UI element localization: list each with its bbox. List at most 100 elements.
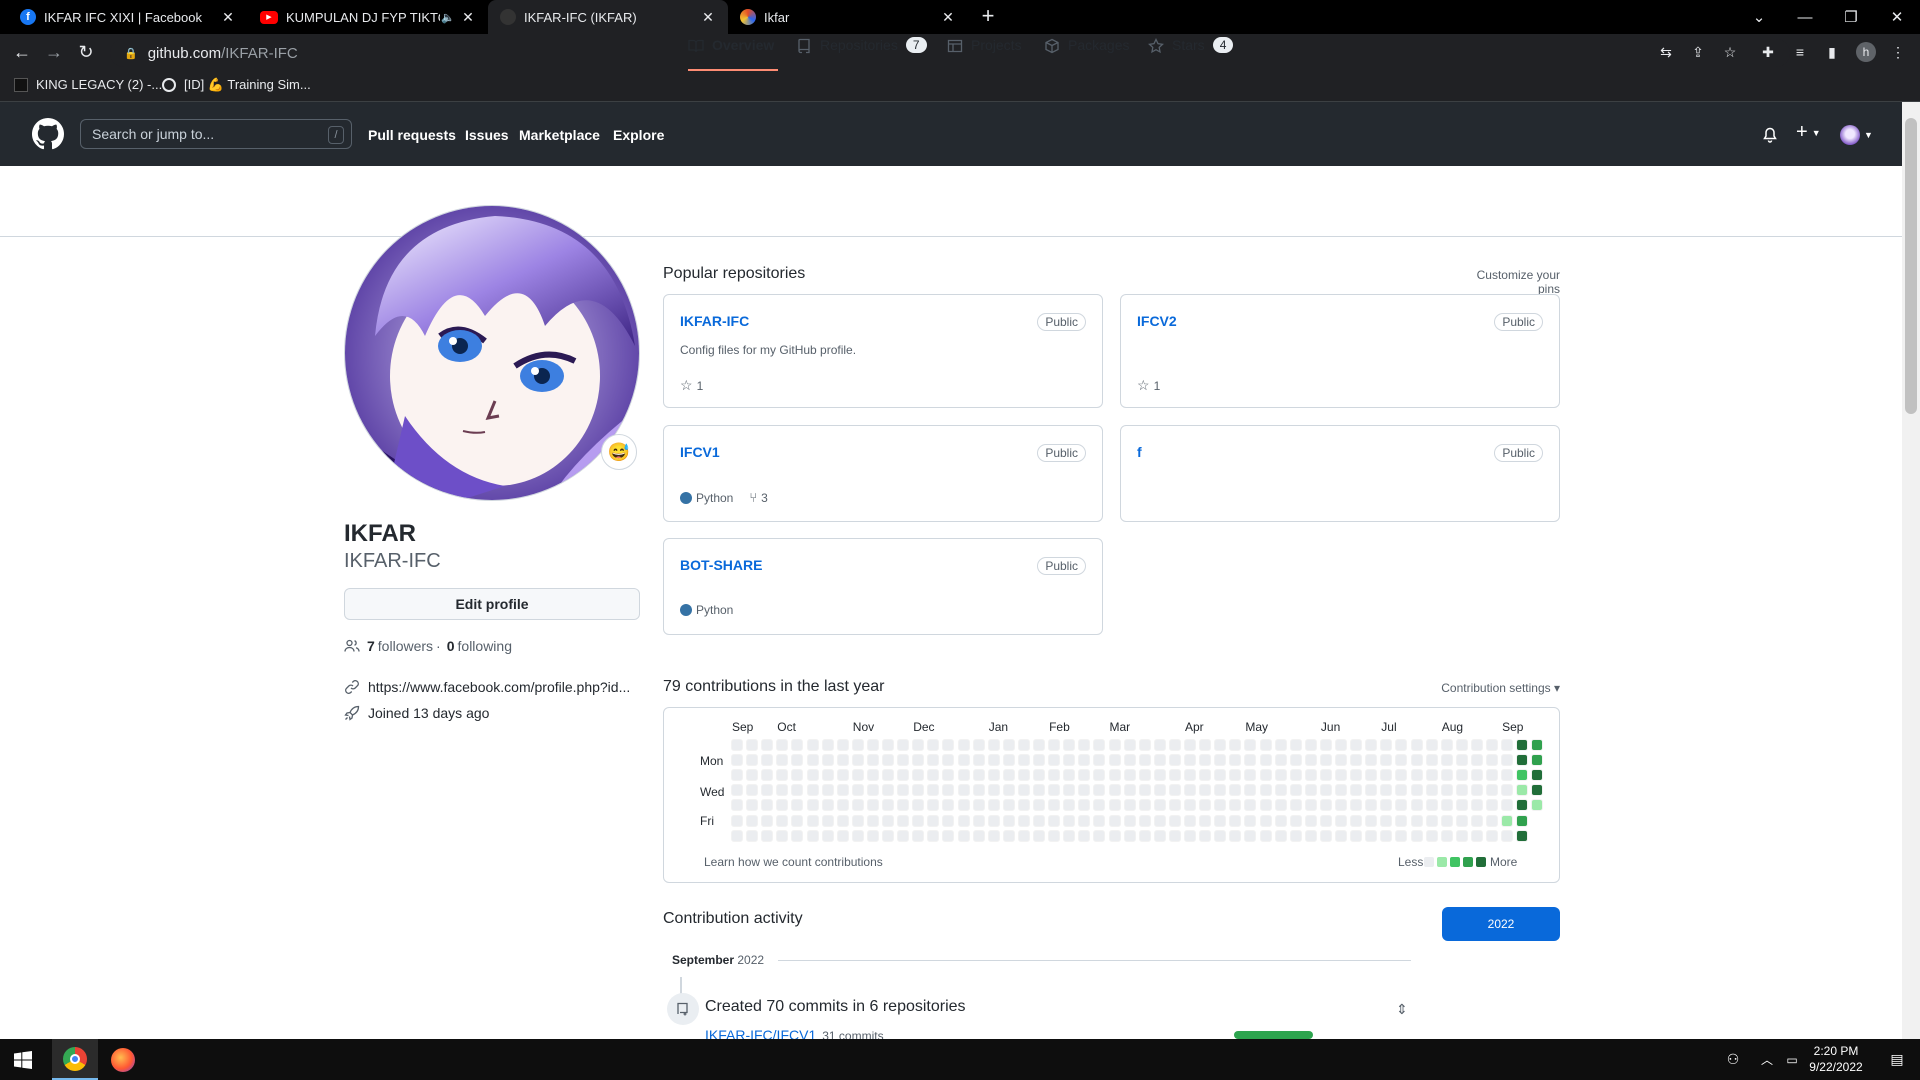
contribution-day-cell[interactable] <box>731 799 743 812</box>
contribution-day-cell[interactable] <box>1410 829 1423 842</box>
contribution-day-cell[interactable] <box>1033 754 1045 767</box>
contribution-day-cell[interactable] <box>851 829 864 842</box>
contribution-day-cell[interactable] <box>1274 769 1287 782</box>
contribution-day-cell[interactable] <box>1229 769 1242 782</box>
contribution-day-cell[interactable] <box>942 739 955 751</box>
browser-tab-youtube[interactable]: ▶ KUMPULAN DJ FYP TIKTOK 2 🔈 ✕ <box>248 0 488 34</box>
contribution-day-cell[interactable] <box>1425 769 1438 782</box>
contribution-day-cell[interactable] <box>1093 784 1106 797</box>
repo-name-link[interactable]: IKFAR-IFC <box>680 313 749 329</box>
contribution-day-cell[interactable] <box>1440 769 1453 782</box>
contribution-day-cell[interactable] <box>1078 754 1091 767</box>
contribution-day-cell[interactable] <box>1516 814 1529 827</box>
contribution-day-cell[interactable] <box>1033 739 1045 751</box>
contribution-day-cell[interactable] <box>1138 739 1151 751</box>
contribution-day-cell[interactable] <box>1123 754 1136 767</box>
share-icon[interactable]: ⇪ <box>1688 42 1708 62</box>
contribution-day-cell[interactable] <box>821 739 834 751</box>
contribution-day-cell[interactable] <box>1184 739 1196 751</box>
contribution-day-cell[interactable] <box>1078 784 1091 797</box>
tab-repositories[interactable]: Repositories 7 <box>796 37 927 71</box>
contribution-day-cell[interactable] <box>1470 784 1483 797</box>
contribution-day-cell[interactable] <box>1319 739 1332 751</box>
website-link[interactable]: https://www.facebook.com/profile.php?id.… <box>368 679 630 695</box>
contribution-day-cell[interactable] <box>1501 739 1514 751</box>
contribution-day-cell[interactable] <box>1078 769 1091 782</box>
contribution-day-cell[interactable] <box>1063 754 1076 767</box>
contribution-day-cell[interactable] <box>1470 829 1483 842</box>
contribution-day-cell[interactable] <box>1002 829 1015 842</box>
contribution-day-cell[interactable] <box>1335 784 1347 797</box>
contribution-day-cell[interactable] <box>1410 769 1423 782</box>
contribution-day-cell[interactable] <box>1365 754 1378 767</box>
contribution-day-cell[interactable] <box>1289 784 1302 797</box>
contribution-day-cell[interactable] <box>836 754 849 767</box>
contribution-day-cell[interactable] <box>1259 739 1272 751</box>
contribution-day-cell[interactable] <box>806 829 819 842</box>
nav-explore[interactable]: Explore <box>613 127 664 143</box>
contribution-day-cell[interactable] <box>1380 799 1393 812</box>
contribution-day-cell[interactable] <box>882 784 894 797</box>
contribution-day-cell[interactable] <box>1123 814 1136 827</box>
contribution-day-cell[interactable] <box>1153 799 1166 812</box>
contribution-day-cell[interactable] <box>1168 754 1181 767</box>
contribution-day-cell[interactable] <box>1033 769 1045 782</box>
contribution-day-cell[interactable] <box>836 784 849 797</box>
repo-forks[interactable]: ⑂ 3 <box>749 490 768 505</box>
contribution-day-cell[interactable] <box>1395 799 1408 812</box>
contribution-day-cell[interactable] <box>987 739 1000 751</box>
contribution-day-cell[interactable] <box>806 784 819 797</box>
contribution-day-cell[interactable] <box>1274 754 1287 767</box>
contribution-day-cell[interactable] <box>1380 739 1393 751</box>
contribution-day-cell[interactable] <box>1319 799 1332 812</box>
contribution-day-cell[interactable] <box>1319 769 1332 782</box>
contribution-day-cell[interactable] <box>866 784 879 797</box>
close-window-button[interactable]: ✕ <box>1874 0 1920 34</box>
side-panel-icon[interactable]: ▮ <box>1822 42 1842 62</box>
new-tab-button[interactable]: + <box>975 4 1001 30</box>
contribution-day-cell[interactable] <box>1365 814 1378 827</box>
nav-issues[interactable]: Issues <box>465 127 509 143</box>
contribution-day-cell[interactable] <box>897 784 910 797</box>
contribution-day-cell[interactable] <box>1078 814 1091 827</box>
contribution-day-cell[interactable] <box>1138 799 1151 812</box>
contribution-day-cell[interactable] <box>1153 769 1166 782</box>
contribution-day-cell[interactable] <box>1093 739 1106 751</box>
contribution-day-cell[interactable] <box>1486 829 1498 842</box>
contribution-day-cell[interactable] <box>1516 754 1529 767</box>
contribution-day-cell[interactable] <box>1380 814 1393 827</box>
contribution-day-cell[interactable] <box>972 739 985 751</box>
contribution-day-cell[interactable] <box>1304 814 1317 827</box>
contribution-day-cell[interactable] <box>927 814 940 827</box>
contribution-day-cell[interactable] <box>761 784 774 797</box>
contribution-day-cell[interactable] <box>1410 799 1423 812</box>
contribution-day-cell[interactable] <box>791 814 804 827</box>
contribution-day-cell[interactable] <box>791 829 804 842</box>
contribution-day-cell[interactable] <box>1425 829 1438 842</box>
contribution-day-cell[interactable] <box>987 799 1000 812</box>
contribution-day-cell[interactable] <box>1410 739 1423 751</box>
contribution-day-cell[interactable] <box>1259 754 1272 767</box>
contribution-day-cell[interactable] <box>1440 784 1453 797</box>
contribution-day-cell[interactable] <box>1470 799 1483 812</box>
contribution-day-cell[interactable] <box>791 799 804 812</box>
contribution-day-cell[interactable] <box>1078 739 1091 751</box>
contribution-day-cell[interactable] <box>1048 814 1061 827</box>
contribution-day-cell[interactable] <box>1214 769 1227 782</box>
bookmark-item[interactable]: [ID] 💪 Training Sim... <box>162 77 311 93</box>
customize-pins-link[interactable]: Customize your pins <box>1452 268 1560 296</box>
contribution-day-cell[interactable] <box>1078 799 1091 812</box>
contribution-day-cell[interactable] <box>912 739 925 751</box>
contribution-day-cell[interactable] <box>1319 784 1332 797</box>
contribution-day-cell[interactable] <box>1168 784 1181 797</box>
contribution-day-cell[interactable] <box>1017 814 1030 827</box>
contribution-day-cell[interactable] <box>1123 784 1136 797</box>
scrollbar-thumb[interactable] <box>1905 118 1917 414</box>
contribution-day-cell[interactable] <box>1455 769 1468 782</box>
contribution-day-cell[interactable] <box>882 739 894 751</box>
contribution-day-cell[interactable] <box>1048 739 1061 751</box>
contribution-day-cell[interactable] <box>942 754 955 767</box>
contribution-day-cell[interactable] <box>1048 784 1061 797</box>
contribution-day-cell[interactable] <box>1199 784 1212 797</box>
contribution-day-cell[interactable] <box>866 799 879 812</box>
